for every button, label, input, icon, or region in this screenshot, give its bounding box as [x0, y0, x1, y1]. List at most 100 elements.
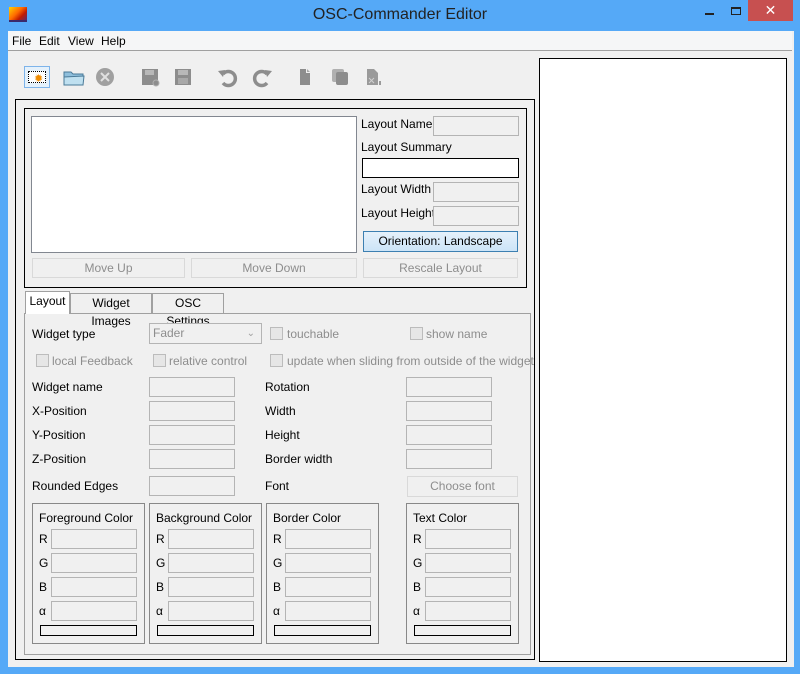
duplicate-button[interactable]: [327, 66, 353, 88]
maximize-button[interactable]: [731, 7, 741, 15]
local-feedback-checkbox[interactable]: [36, 354, 49, 367]
text-color-swatch: [414, 625, 511, 636]
z-position-field[interactable]: [149, 449, 235, 469]
new-layout-button[interactable]: ✹: [24, 66, 50, 88]
x-position-label: X-Position: [32, 404, 87, 418]
layout-width-label: Layout Width: [361, 182, 432, 196]
open-folder-icon: [63, 71, 85, 86]
text-g-label: G: [413, 556, 423, 570]
border-color-title: Border Color: [273, 511, 342, 525]
font-label: Font: [265, 479, 290, 493]
tab-osc-settings[interactable]: OSC Settings: [152, 293, 224, 328]
duplicate-icon: [332, 69, 348, 85]
redo-button[interactable]: [249, 66, 275, 88]
chevron-down-icon: ⌄: [246, 328, 255, 339]
layout-list[interactable]: [31, 116, 357, 253]
border-b-field[interactable]: [285, 577, 371, 597]
foreground-b-field[interactable]: [51, 577, 137, 597]
layout-height-label: Layout Height: [361, 206, 436, 220]
border-alpha-label: α: [273, 604, 280, 618]
text-color-title: Text Color: [413, 511, 468, 525]
foreground-alpha-label: α: [39, 604, 46, 618]
save-as-button[interactable]: [138, 66, 164, 88]
menu-view[interactable]: View: [68, 34, 94, 48]
menu-help[interactable]: Help: [101, 34, 126, 48]
text-alpha-field[interactable]: [425, 601, 511, 621]
x-position-field[interactable]: [149, 401, 235, 421]
width-field[interactable]: [406, 401, 492, 421]
border-g-label: G: [273, 556, 283, 570]
undo-button[interactable]: [215, 66, 241, 88]
save-button[interactable]: [171, 66, 197, 88]
copy-button[interactable]: [294, 66, 320, 88]
text-r-field[interactable]: [425, 529, 511, 549]
rounded-edges-field[interactable]: [149, 476, 235, 496]
menu-edit[interactable]: Edit: [39, 34, 60, 48]
background-g-label: G: [156, 556, 166, 570]
text-b-label: B: [413, 580, 422, 594]
show-name-checkbox[interactable]: [410, 327, 423, 340]
border-alpha-field[interactable]: [285, 601, 371, 621]
foreground-alpha-field[interactable]: [51, 601, 137, 621]
rescale-layout-button[interactable]: Rescale Layout: [363, 258, 518, 278]
remove-page-button[interactable]: [362, 66, 388, 88]
border-width-field[interactable]: [406, 449, 492, 469]
redo-icon: [252, 69, 272, 88]
border-r-field[interactable]: [285, 529, 371, 549]
z-position-label: Z-Position: [32, 452, 87, 466]
rotation-label: Rotation: [265, 380, 310, 394]
widget-type-label: Widget type: [32, 327, 96, 341]
border-width-label: Border width: [265, 452, 333, 466]
layout-preview-canvas[interactable]: [539, 58, 787, 662]
orientation-button[interactable]: Orientation: Landscape: [363, 231, 518, 252]
widget-type-select[interactable]: Fader ⌄: [149, 323, 262, 344]
foreground-g-label: G: [39, 556, 49, 570]
close-button[interactable]: ✕: [748, 0, 793, 21]
relative-control-label: relative control: [169, 354, 248, 368]
save-as-icon: [142, 69, 160, 87]
background-b-field[interactable]: [168, 577, 254, 597]
layout-height-field[interactable]: [433, 206, 519, 226]
layout-name-label: Layout Name: [361, 117, 433, 131]
menu-file[interactable]: File: [12, 34, 31, 48]
star-icon: ✹: [34, 73, 44, 85]
widget-name-field[interactable]: [149, 377, 235, 397]
layout-summary-label: Layout Summary: [361, 140, 452, 154]
touchable-checkbox[interactable]: [270, 327, 283, 340]
choose-font-button[interactable]: Choose font: [407, 476, 518, 497]
move-up-button[interactable]: Move Up: [32, 258, 185, 278]
move-down-button[interactable]: Move Down: [191, 258, 357, 278]
tab-widget-images[interactable]: Widget Images: [70, 293, 152, 328]
layout-name-field[interactable]: [433, 116, 519, 136]
background-r-field[interactable]: [168, 529, 254, 549]
foreground-g-field[interactable]: [51, 553, 137, 573]
text-g-field[interactable]: [425, 553, 511, 573]
height-field[interactable]: [406, 425, 492, 445]
update-sliding-checkbox[interactable]: [270, 354, 283, 367]
window-title: OSC-Commander Editor: [312, 6, 488, 23]
touchable-label: touchable: [287, 327, 340, 341]
text-b-field[interactable]: [425, 577, 511, 597]
y-position-label: Y-Position: [32, 428, 86, 442]
foreground-color-title: Foreground Color: [39, 511, 134, 525]
delete-circle-icon: [96, 68, 114, 86]
layout-width-field[interactable]: [433, 182, 519, 202]
border-g-field[interactable]: [285, 553, 371, 573]
undo-icon: [218, 69, 238, 88]
background-alpha-field[interactable]: [168, 601, 254, 621]
open-button[interactable]: [61, 66, 87, 88]
width-label: Width: [265, 404, 296, 418]
delete-button[interactable]: [93, 66, 119, 88]
background-g-field[interactable]: [168, 553, 254, 573]
rounded-edges-label: Rounded Edges: [32, 479, 119, 493]
layout-summary-field[interactable]: [362, 158, 519, 178]
foreground-color-swatch: [40, 625, 137, 636]
tab-layout[interactable]: Layout: [25, 291, 70, 314]
show-name-label: show name: [426, 327, 488, 341]
background-color-title: Background Color: [156, 511, 253, 525]
minimize-button[interactable]: [705, 13, 714, 15]
relative-control-checkbox[interactable]: [153, 354, 166, 367]
rotation-field[interactable]: [406, 377, 492, 397]
y-position-field[interactable]: [149, 425, 235, 445]
foreground-r-field[interactable]: [51, 529, 137, 549]
